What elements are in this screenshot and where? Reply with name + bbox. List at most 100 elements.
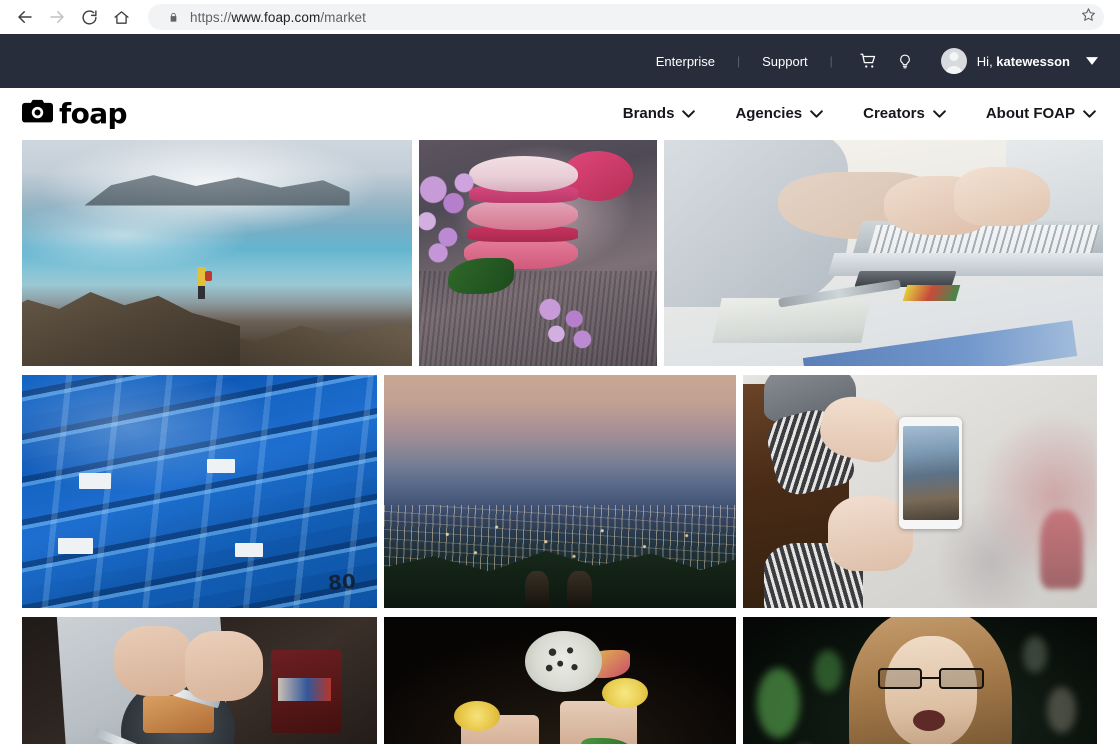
lightbulb-icon[interactable]	[890, 47, 920, 75]
forward-button[interactable]	[42, 2, 72, 32]
photo-detail	[185, 630, 264, 701]
photo-detail	[903, 284, 961, 301]
user-greeting[interactable]: Hi, katewesson	[977, 54, 1070, 69]
photo-detail	[1040, 510, 1083, 590]
home-button[interactable]	[106, 2, 136, 32]
photo-detail	[22, 291, 241, 366]
photo-cocktails-dragonfruit[interactable]	[384, 617, 736, 744]
photo-woman-phone-photo[interactable]	[743, 375, 1097, 608]
nav-item-creators[interactable]: Creators	[863, 105, 946, 122]
nav-item-agencies[interactable]: Agencies	[735, 105, 823, 122]
photo-detail	[277, 677, 331, 701]
browser-nav-buttons	[10, 2, 136, 32]
avatar-head-icon	[949, 52, 959, 61]
photo-artwork	[743, 375, 1097, 608]
star-icon	[1081, 7, 1096, 27]
photo-detail	[602, 677, 648, 708]
url-text: https://www.foap.com/market	[190, 10, 366, 25]
photo-detail	[524, 630, 603, 692]
url-host: www.foap.com	[231, 9, 321, 25]
greeting-prefix: Hi,	[976, 53, 997, 69]
nav-item-about-foap[interactable]: About FOAP	[986, 105, 1096, 122]
account-menu-button[interactable]	[1086, 52, 1098, 70]
photo-artwork	[664, 140, 1103, 366]
main-navigation: foap Brands Agencies Creators About FOAP	[0, 88, 1120, 140]
reload-icon	[81, 9, 98, 26]
photo-detail	[898, 416, 963, 529]
topbar-link-support[interactable]: Support	[758, 54, 812, 69]
main-nav-links: Brands Agencies Creators About FOAP	[583, 105, 1096, 122]
foap-logo[interactable]: foap	[22, 96, 128, 130]
chevron-down-icon	[1086, 52, 1098, 70]
photo-detail	[235, 542, 264, 557]
utility-topbar-inner: Enterprise | Support | Hi, katewesson	[652, 47, 1098, 75]
reload-button[interactable]	[74, 2, 104, 32]
photo-detail	[813, 649, 843, 692]
photo-artwork	[384, 375, 736, 608]
gallery-row: 80	[22, 375, 1098, 608]
url-scheme: https://	[190, 9, 232, 25]
photo-misty-fjord-hiker[interactable]	[22, 140, 412, 366]
logo-wordmark: foap	[59, 96, 128, 130]
nav-item-label: About FOAP	[985, 105, 1075, 122]
bookmark-button[interactable]	[1076, 5, 1100, 29]
url-path: /market	[320, 9, 367, 25]
photo-detail	[84, 175, 350, 206]
photo-detail	[22, 375, 377, 608]
photo-detail	[912, 710, 945, 732]
avatar-body-icon	[945, 66, 963, 74]
photo-breakfast-flatlay[interactable]	[22, 617, 377, 744]
chevron-down-icon	[682, 109, 696, 118]
back-arrow-icon	[16, 8, 34, 26]
nav-item-brands[interactable]: Brands	[623, 105, 696, 122]
photo-detail	[1022, 635, 1048, 673]
photo-detail	[953, 167, 1051, 226]
chevron-down-icon	[1083, 109, 1096, 118]
forward-arrow-icon	[48, 8, 66, 26]
photo-detail	[523, 289, 605, 357]
photo-detail	[877, 668, 984, 690]
photo-artwork	[22, 617, 377, 744]
photo-detail	[114, 626, 193, 697]
photo-detail	[206, 458, 235, 473]
topbar-link-enterprise[interactable]: Enterprise	[652, 54, 719, 69]
photo-detail	[524, 570, 550, 608]
nav-item-label: Agencies	[735, 105, 803, 122]
photo-artwork	[384, 617, 736, 744]
nav-item-label: Creators	[863, 105, 925, 122]
photo-detail	[757, 668, 800, 739]
browser-toolbar: https://www.foap.com/market	[0, 0, 1120, 34]
camera-icon	[22, 99, 53, 128]
photo-detail	[205, 271, 213, 282]
photo-artwork: 80	[22, 375, 377, 608]
photo-detail	[197, 285, 206, 300]
photo-artwork	[419, 140, 657, 366]
photo-detail	[419, 167, 491, 281]
gallery-row	[22, 617, 1098, 744]
photo-blue-rowing-boats[interactable]: 80	[22, 375, 377, 608]
avatar[interactable]	[940, 48, 967, 74]
home-icon	[113, 9, 130, 26]
photo-detail	[78, 472, 111, 490]
utility-topbar: Enterprise | Support | Hi, katewesson	[0, 34, 1120, 88]
topbar-separator-2: |	[829, 54, 833, 68]
back-button[interactable]	[10, 2, 40, 32]
lock-icon	[168, 11, 179, 24]
chevron-down-icon	[933, 109, 946, 118]
gallery-row	[22, 140, 1103, 366]
photo-artwork	[22, 140, 412, 366]
photo-artwork	[743, 617, 1097, 744]
photo-city-lights-hilltop[interactable]	[384, 375, 736, 608]
photo-detail: 80	[327, 569, 357, 595]
nav-item-label: Brands	[622, 105, 675, 122]
photo-gallery-grid: 80	[0, 140, 1120, 744]
photo-detail	[57, 538, 93, 555]
photo-pink-macarons[interactable]	[419, 140, 657, 366]
chevron-down-icon	[810, 109, 823, 118]
photo-detail	[1047, 686, 1076, 734]
photo-detail	[567, 570, 592, 608]
photo-woman-glasses-bokeh[interactable]	[743, 617, 1097, 744]
shopping-cart-icon[interactable]	[854, 47, 884, 75]
photo-hands-typing-laptop[interactable]	[664, 140, 1103, 366]
address-bar[interactable]: https://www.foap.com/market	[148, 4, 1104, 30]
